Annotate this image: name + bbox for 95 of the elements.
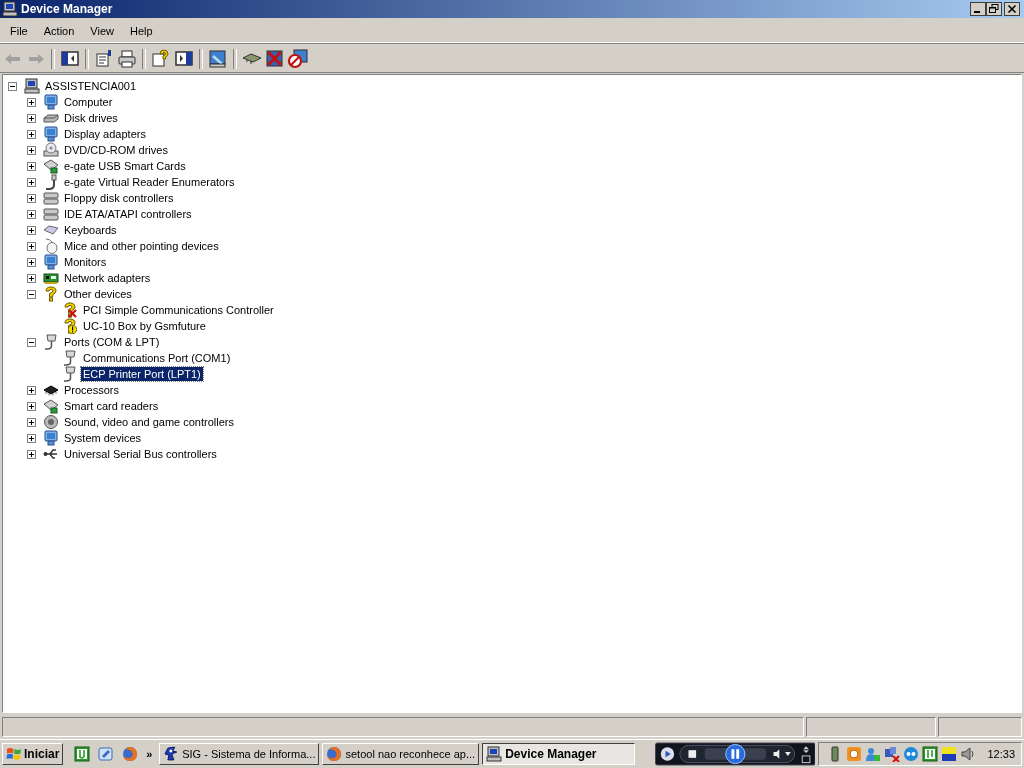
expand-toggle[interactable] <box>27 257 36 267</box>
cable-icon <box>43 174 59 190</box>
controller-icon <box>43 190 59 206</box>
port-connector-icon <box>62 350 78 366</box>
torrent-icon[interactable] <box>74 746 91 762</box>
controller-icon <box>43 206 59 222</box>
expand-toggle[interactable] <box>27 161 36 171</box>
printer-icon[interactable] <box>116 48 138 70</box>
taskbar-button[interactable]: setool nao reconhece ap... <box>322 743 480 765</box>
expand-toggle[interactable] <box>27 337 36 347</box>
tree-item[interactable]: ASSISTENCIA001 <box>43 79 139 93</box>
question-mark-icon <box>62 302 78 318</box>
monitor-scan-icon[interactable] <box>207 48 229 70</box>
optical-drive-icon <box>43 142 59 158</box>
disable-icon[interactable] <box>287 48 309 70</box>
speaker-icon[interactable] <box>960 746 977 762</box>
expand-toggle[interactable] <box>27 113 36 123</box>
monitor-icon <box>43 126 59 142</box>
flag-icon <box>6 746 22 762</box>
expand-toggle[interactable] <box>27 225 36 235</box>
chat-icon[interactable] <box>903 746 920 762</box>
audio-logo-icon[interactable] <box>941 746 958 762</box>
card-reader-icon <box>43 158 59 174</box>
question-mark-icon <box>43 286 59 302</box>
torrent-icon[interactable] <box>922 746 939 762</box>
chevron[interactable]: » <box>146 748 153 760</box>
expand-toggle[interactable] <box>27 449 36 459</box>
taskbar-button[interactable]: SIG - Sistema de Informa... <box>159 743 320 765</box>
tree-item[interactable]: DVD/CD-ROM drives <box>62 143 170 157</box>
menu-item[interactable]: Action <box>35 23 83 39</box>
tree-item[interactable]: Mice and other pointing devices <box>62 239 221 253</box>
expand-toggle[interactable] <box>27 433 36 443</box>
expand-toggle[interactable] <box>27 241 36 251</box>
expand-toggle[interactable] <box>27 97 36 107</box>
tree-item[interactable]: Computer <box>62 95 115 109</box>
tree-item[interactable]: Other devices <box>62 287 134 301</box>
card-reader-icon <box>43 398 59 414</box>
expand-toggle[interactable] <box>27 273 36 283</box>
expand-toggle[interactable] <box>27 193 36 203</box>
tree-item[interactable]: Universal Serial Bus controllers <box>62 447 219 461</box>
computer-icon <box>486 746 503 762</box>
network-card-icon <box>43 270 59 286</box>
close-icon[interactable] <box>1004 2 1020 16</box>
tree-item[interactable]: e-gate USB Smart Cards <box>62 159 188 173</box>
tree-item[interactable]: System devices <box>62 431 144 445</box>
monitor-icon <box>43 94 59 110</box>
clock: 12:33 <box>987 748 1015 760</box>
port-connector-icon <box>43 334 59 350</box>
tree-item[interactable]: Display adapters <box>62 127 148 141</box>
tree-item[interactable]: Communications Port (COM1) <box>81 351 233 365</box>
menu-item[interactable]: Help <box>121 23 161 39</box>
menu-item[interactable]: File <box>2 23 36 39</box>
tree-item[interactable]: Keyboards <box>62 223 119 237</box>
speaker-icon <box>43 414 59 430</box>
expand-toggle[interactable] <box>27 385 36 395</box>
usb-icon <box>43 446 59 462</box>
tree-item[interactable]: e-gate Virtual Reader Enumerators <box>62 175 237 189</box>
menu-item[interactable]: View <box>82 23 122 39</box>
monitor-icon <box>43 254 59 270</box>
desktop-icon[interactable] <box>98 746 115 762</box>
expand-toggle[interactable] <box>27 209 36 219</box>
help-icon[interactable] <box>150 48 172 70</box>
expand-toggle[interactable] <box>8 81 17 91</box>
start-button[interactable]: Iniciar <box>2 743 64 765</box>
taskbar-button[interactable]: Device Manager <box>482 743 636 765</box>
uninstall-icon[interactable] <box>264 48 286 70</box>
browser-icon <box>326 746 343 762</box>
expand-toggle[interactable] <box>27 129 36 139</box>
tree-item[interactable]: Network adapters <box>62 271 153 285</box>
expand-toggle[interactable] <box>27 145 36 155</box>
tree-item[interactable]: Floppy disk controllers <box>62 191 176 205</box>
tree-item[interactable]: Processors <box>62 383 122 397</box>
minimize-icon[interactable] <box>970 2 986 16</box>
computer-icon <box>2 1 18 17</box>
computer-icon <box>24 78 40 94</box>
expand-toggle[interactable] <box>27 401 36 411</box>
tree-item[interactable]: Sound, video and game controllers <box>62 415 236 429</box>
browser-icon[interactable] <box>122 746 139 762</box>
expand-toggle[interactable] <box>27 289 36 299</box>
window-title: Device Manager <box>21 2 114 16</box>
tree-item[interactable]: Smart card readers <box>62 399 161 413</box>
expand-toggle[interactable] <box>27 177 36 187</box>
restore-icon[interactable] <box>986 2 1002 16</box>
character-icon <box>163 746 180 762</box>
network-icon[interactable] <box>884 746 901 762</box>
port-connector-icon <box>62 366 78 382</box>
tree-item[interactable]: Ports (COM & LPT) <box>62 335 162 349</box>
tree-item[interactable]: Monitors <box>62 255 109 269</box>
tree-item[interactable]: Disk drives <box>62 111 120 125</box>
monitor-icon <box>43 430 59 446</box>
tree-item[interactable]: ECP Printer Port (LPT1) <box>81 367 203 381</box>
tree-item[interactable]: IDE ATA/ATAPI controllers <box>62 207 194 221</box>
expand-toggle[interactable] <box>27 417 36 427</box>
tree-item[interactable]: UC-10 Box by Gsmfuture <box>81 319 208 333</box>
mouse-icon <box>43 238 59 254</box>
